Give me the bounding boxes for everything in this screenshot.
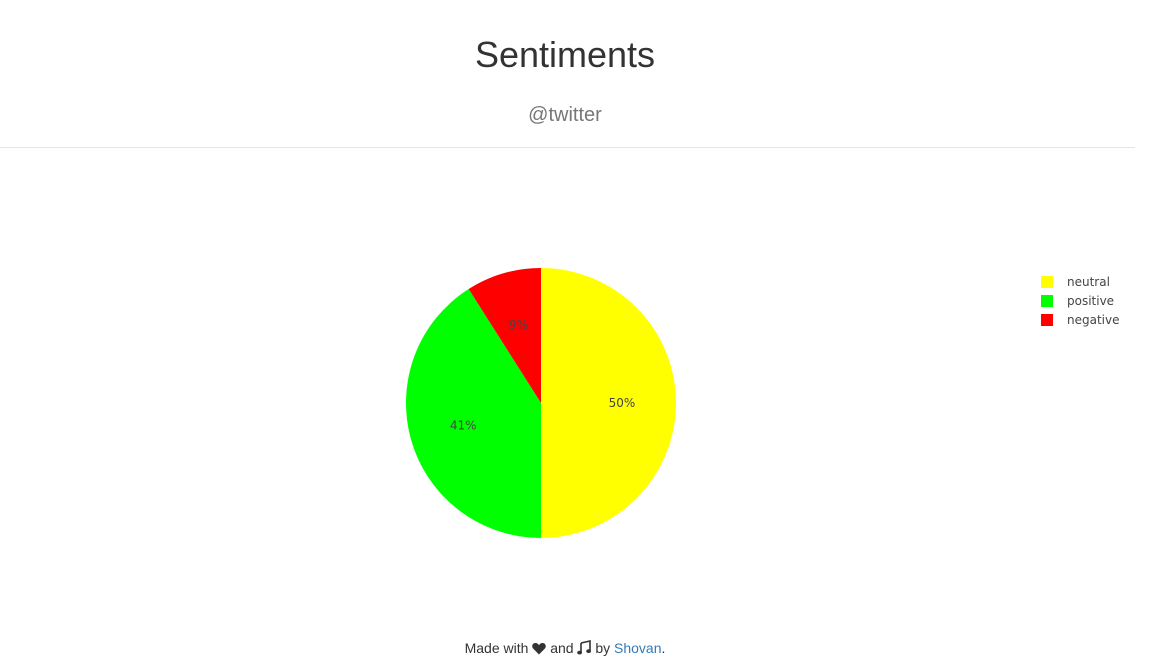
footer-by: by xyxy=(595,640,611,656)
pie-slice-label-neutral: 50% xyxy=(609,396,636,410)
legend-swatch-negative xyxy=(1041,314,1053,326)
pie-slices xyxy=(405,268,676,538)
footer-prefix: Made with xyxy=(464,640,529,656)
pie-slice-label-negative: 9% xyxy=(509,318,528,332)
chart-area: 50% 41% 9% neutral positive negative xyxy=(0,148,1152,618)
footer: Made with and by Shovan. xyxy=(0,638,1130,658)
page-subtitle: @twitter xyxy=(528,104,602,126)
heart-icon xyxy=(532,640,547,656)
footer-and: and xyxy=(550,640,574,656)
legend-label-neutral: neutral xyxy=(1067,275,1110,289)
legend-label-positive: positive xyxy=(1067,294,1114,308)
footer-suffix: . xyxy=(661,640,666,656)
pie-chart: 50% 41% 9% neutral positive negative xyxy=(405,268,1119,538)
legend-swatch-positive xyxy=(1041,295,1053,307)
page: Sentiments @twitter 50% 41% 9% neutral posi… xyxy=(0,0,1152,671)
page-header: Sentiments @twitter xyxy=(0,0,1135,148)
music-note-icon xyxy=(577,640,592,656)
pie-slice-label-positive: 41% xyxy=(450,419,477,433)
author-link[interactable]: Shovan xyxy=(614,640,661,656)
chart-legend: neutral positive negative xyxy=(1041,275,1119,327)
page-title: Sentiments xyxy=(474,34,656,75)
legend-label-negative: negative xyxy=(1067,313,1119,327)
legend-swatch-neutral xyxy=(1041,276,1053,288)
